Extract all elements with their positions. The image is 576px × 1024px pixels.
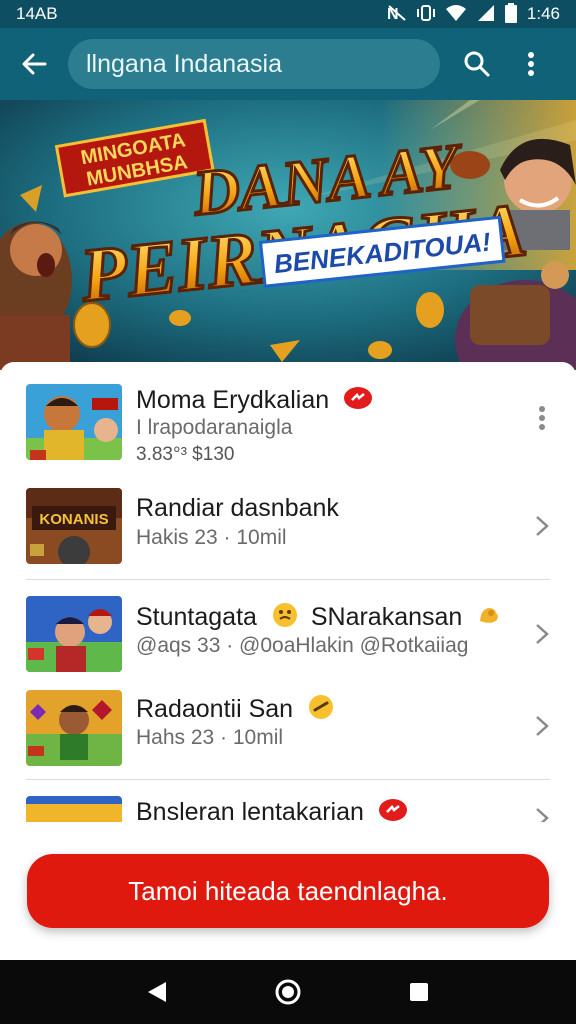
item-chevron[interactable] xyxy=(534,622,550,646)
list-item[interactable]: Stuntagata SNarakansan @aqs 33 · @0oaHla… xyxy=(0,580,576,680)
app-bar xyxy=(0,28,576,100)
system-nav-bar xyxy=(0,960,576,1024)
item-subtitle: Hakis 23 · 10mil xyxy=(136,526,287,549)
item-subtitle: @aqs 33 · @0oaHlakin @Rotkaiiag xyxy=(136,634,469,657)
search-button[interactable] xyxy=(448,28,506,100)
nav-back-button[interactable] xyxy=(137,972,177,1012)
thumb-title: KONANIS xyxy=(39,511,108,528)
more-vert-icon xyxy=(539,406,545,430)
item-title: Moma Erydkalian xyxy=(136,386,373,417)
list-item[interactable]: Radaontii San Hahs 23 · 10mil xyxy=(0,680,576,780)
nfc-icon: N xyxy=(387,4,407,25)
status-icons: N 1:46 xyxy=(387,2,560,26)
emoji-icon xyxy=(272,602,298,635)
signal-icon xyxy=(477,4,495,25)
square-recents-icon xyxy=(409,983,428,1001)
game-thumbnail: KONANIS xyxy=(26,488,122,564)
back-button[interactable] xyxy=(0,28,68,100)
list-item[interactable]: KONANIS Randiar dasnbank Hakis 23 · 10mi… xyxy=(0,476,576,576)
search-input[interactable] xyxy=(86,49,440,79)
search-icon xyxy=(464,51,490,77)
nav-recents-button[interactable] xyxy=(399,972,439,1012)
item-more-button[interactable] xyxy=(538,406,546,435)
wifi-icon xyxy=(445,4,467,25)
arrow-back-icon xyxy=(22,53,47,75)
promo-banner[interactable]: MINGOATA MUNBHSA DANA AY PEIRNAGHA BENEK… xyxy=(0,100,576,370)
item-title: Randiar dasnbank xyxy=(136,494,339,522)
status-bar: 14AB N 1:46 xyxy=(0,0,576,28)
status-time-right: 1:46 xyxy=(526,4,560,23)
chevron-right-icon xyxy=(536,516,549,536)
game-thumbnail xyxy=(26,384,122,460)
item-title: Stuntagata SNarakansan xyxy=(136,602,501,635)
triangle-back-icon xyxy=(148,982,167,1002)
more-vert-icon xyxy=(528,52,534,76)
cta-container: Tamoi hiteada taendnlagha. xyxy=(0,822,576,960)
game-thumbnail xyxy=(26,690,122,766)
battery-icon xyxy=(504,2,517,26)
primary-action-button[interactable]: Tamoi hiteada taendnlagha. xyxy=(27,854,549,928)
chevron-right-icon xyxy=(536,716,549,736)
circle-home-icon xyxy=(275,979,301,1005)
item-subtitle: Hahs 23 · 10mil xyxy=(136,726,284,749)
list-item[interactable]: Moma Erydkalian I lrapodaranaigla 3.83°³… xyxy=(0,362,576,476)
game-thumbnail xyxy=(26,596,122,672)
item-meta: 3.83°³ $130 xyxy=(136,444,235,465)
item-subtitle: I lrapodaranaigla xyxy=(136,416,293,439)
emoji-icon xyxy=(308,694,334,727)
game-list: Moma Erydkalian I lrapodaranaigla 3.83°³… xyxy=(0,362,576,832)
item-title: Radaontii San xyxy=(136,694,334,727)
status-time-left: 14AB xyxy=(16,4,58,23)
nav-home-button[interactable] xyxy=(268,972,308,1012)
chevron-right-icon xyxy=(536,624,549,644)
banner-artwork: MINGOATA MUNBHSA DANA AY PEIRNAGHA BENEK… xyxy=(0,100,576,370)
item-chevron[interactable] xyxy=(534,714,550,738)
item-chevron[interactable] xyxy=(534,514,550,538)
badge-icon xyxy=(344,386,373,417)
search-field[interactable] xyxy=(68,39,440,89)
more-options-button[interactable] xyxy=(506,28,556,100)
vibrate-icon xyxy=(416,4,435,25)
flexed-biceps-icon xyxy=(477,603,501,634)
